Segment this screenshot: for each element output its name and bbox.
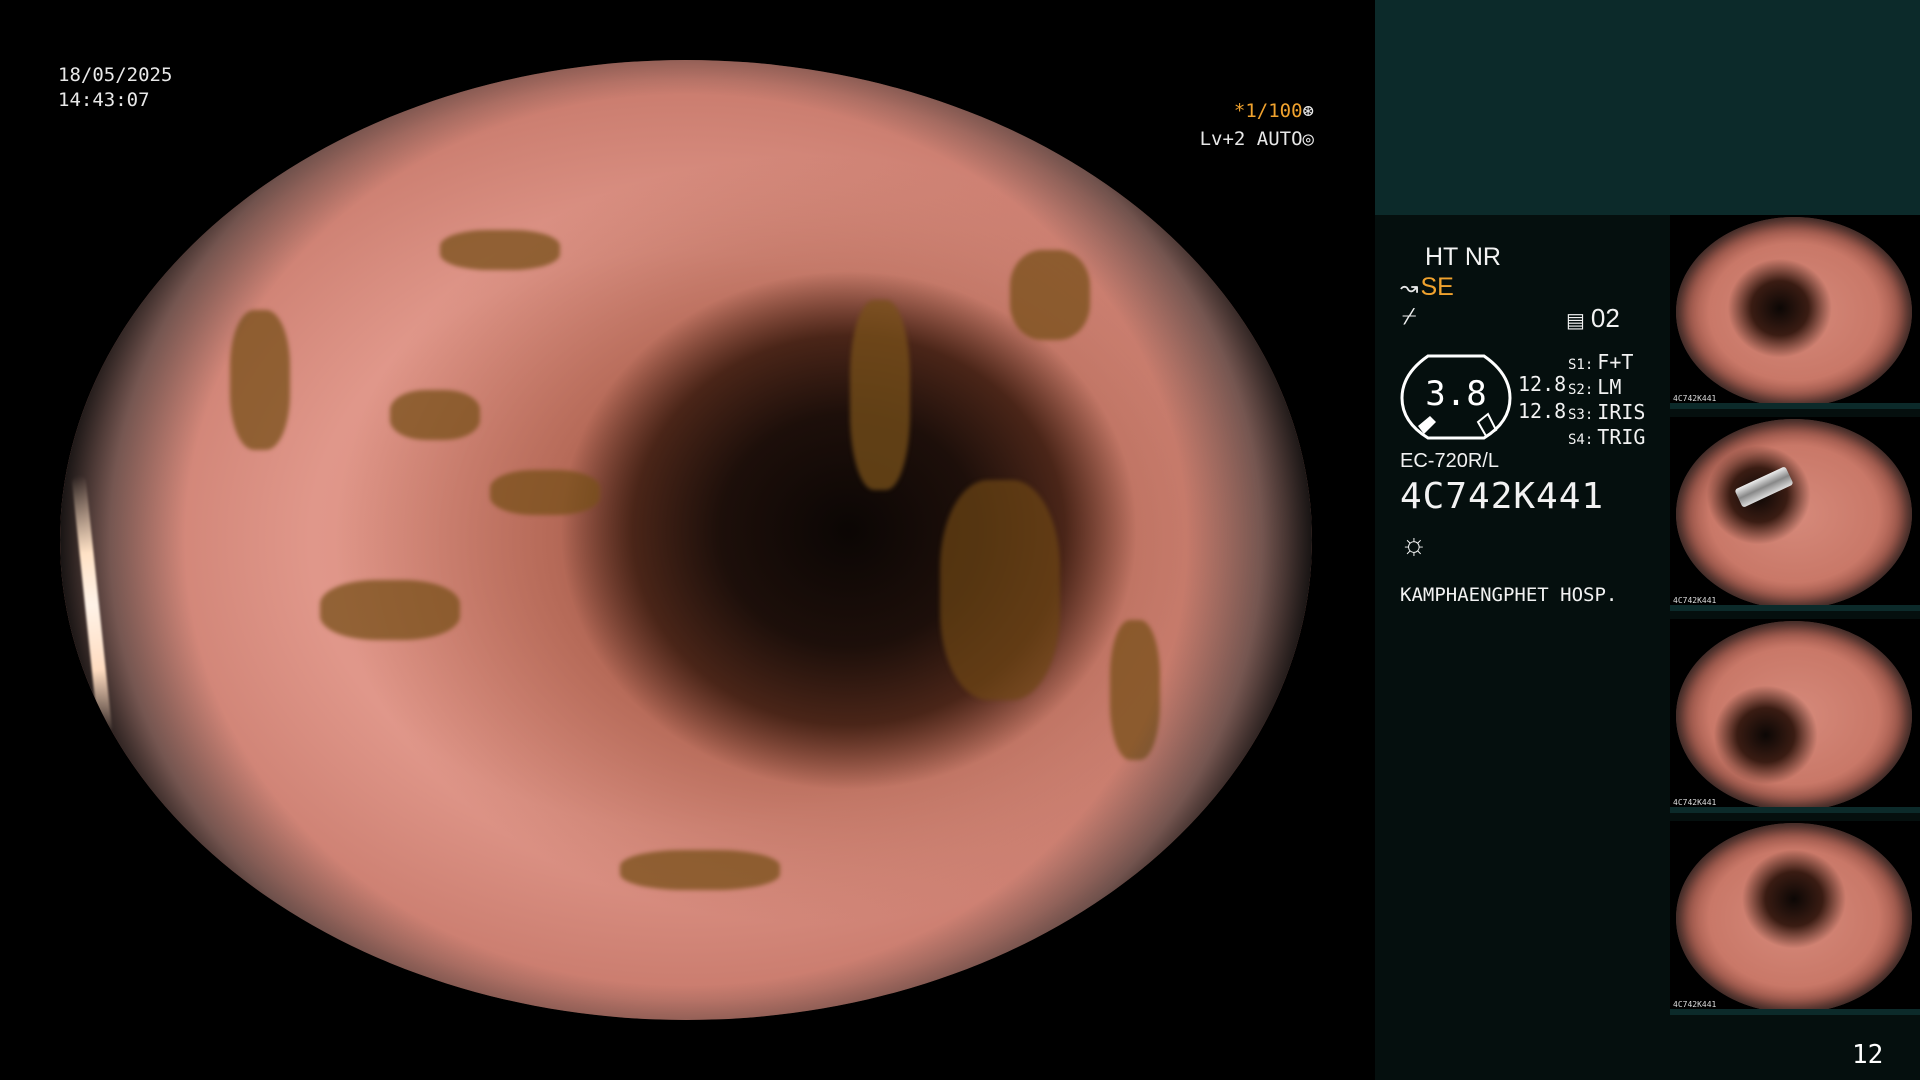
enhance-icon: ↝ (1400, 275, 1419, 300)
exam-time: 14:43:07 (58, 89, 150, 111)
captured-image-thumbnail[interactable]: 4C742K441 (1670, 417, 1920, 611)
captured-images-strip: 4C742K441 4C742K441 4C742K441 4C742K441 (1670, 215, 1920, 1020)
auto-iris-icon: ◎ (1302, 128, 1314, 150)
thumbnail-ring (1676, 823, 1912, 1013)
scope-vignette (60, 60, 1312, 1020)
thumbnail-bar (1670, 403, 1920, 409)
thumbnail-ring (1676, 217, 1912, 407)
switch-value: TRIG (1597, 425, 1646, 449)
ht-nr-mode: HT NR (1425, 243, 1501, 271)
thumbnail-bar (1670, 605, 1920, 611)
light-source-icon: ☼ (1400, 528, 1428, 561)
switch-value: IRIS (1597, 400, 1646, 424)
exam-date: 18/05/2025 (58, 64, 173, 86)
structure-enhance: ↝SE (1400, 273, 1454, 302)
switch-value: LM (1597, 375, 1622, 399)
thumbnail-serial: 4C742K441 (1673, 596, 1717, 605)
switch-s2: S2: LM (1568, 375, 1621, 399)
switch-key: S3: (1568, 407, 1594, 423)
thumbnail-serial: 4C742K441 (1673, 798, 1717, 807)
endoscopy-screen: 18/05/2025 14:43:07 *1/100⊛ Lv+2 AUTO◎ H… (0, 0, 1920, 1080)
switch-value: F+T (1597, 350, 1634, 374)
color-mode-icon: ⌿ (1402, 303, 1417, 330)
captured-image-thumbnail[interactable]: 4C742K441 (1670, 821, 1920, 1015)
panel-header (1375, 0, 1920, 215)
captured-image-thumbnail[interactable]: 4C742K441 (1670, 215, 1920, 409)
level-value: Lv+2 AUTO (1199, 128, 1303, 150)
scope-serial: 4C742K441 (1400, 476, 1605, 517)
thumbnail-bar (1670, 1009, 1920, 1015)
zoom-value: 3.8 (1425, 374, 1487, 414)
thumbnail-ring (1676, 621, 1912, 811)
brightness-level: Lv+2 AUTO◎ (1200, 128, 1314, 150)
value-a: 12.8 (1518, 372, 1567, 396)
hospital-name: KAMPHAENGPHET HOSP. (1400, 584, 1618, 606)
image-count: 12 (1852, 1040, 1884, 1070)
captured-image-thumbnail[interactable]: 4C742K441 (1670, 619, 1920, 813)
shutter-value: *1/100 (1233, 100, 1303, 122)
shutter-speed: *1/100⊛ (1234, 100, 1314, 122)
switch-key: S4: (1568, 432, 1594, 448)
thumbnail-bar (1670, 807, 1920, 813)
endoscope-mask (60, 60, 1312, 1020)
switch-s3: S3: IRIS (1568, 400, 1645, 424)
memory-value: 02 (1590, 303, 1620, 333)
thumbnail-serial: 4C742K441 (1673, 394, 1717, 403)
thumbnail-serial: 4C742K441 (1673, 1000, 1717, 1009)
se-label: SE (1420, 273, 1454, 301)
main-endoscopic-view (60, 60, 1312, 1020)
thumbnail-ring (1676, 419, 1912, 609)
memory-count: ▤ 02 (1566, 303, 1620, 334)
switch-s1: S1: F+T (1568, 350, 1633, 374)
shutter-icon: ⊛ (1302, 100, 1314, 122)
value-b: 12.8 (1518, 399, 1567, 423)
switch-s4: S4: TRIG (1568, 425, 1645, 449)
memory-icon: ▤ (1566, 310, 1585, 332)
scope-model: EC-720R/L (1400, 450, 1499, 472)
gauge-marker-right (1476, 412, 1498, 438)
switch-key: S1: (1568, 357, 1594, 373)
switch-key: S2: (1568, 382, 1594, 398)
